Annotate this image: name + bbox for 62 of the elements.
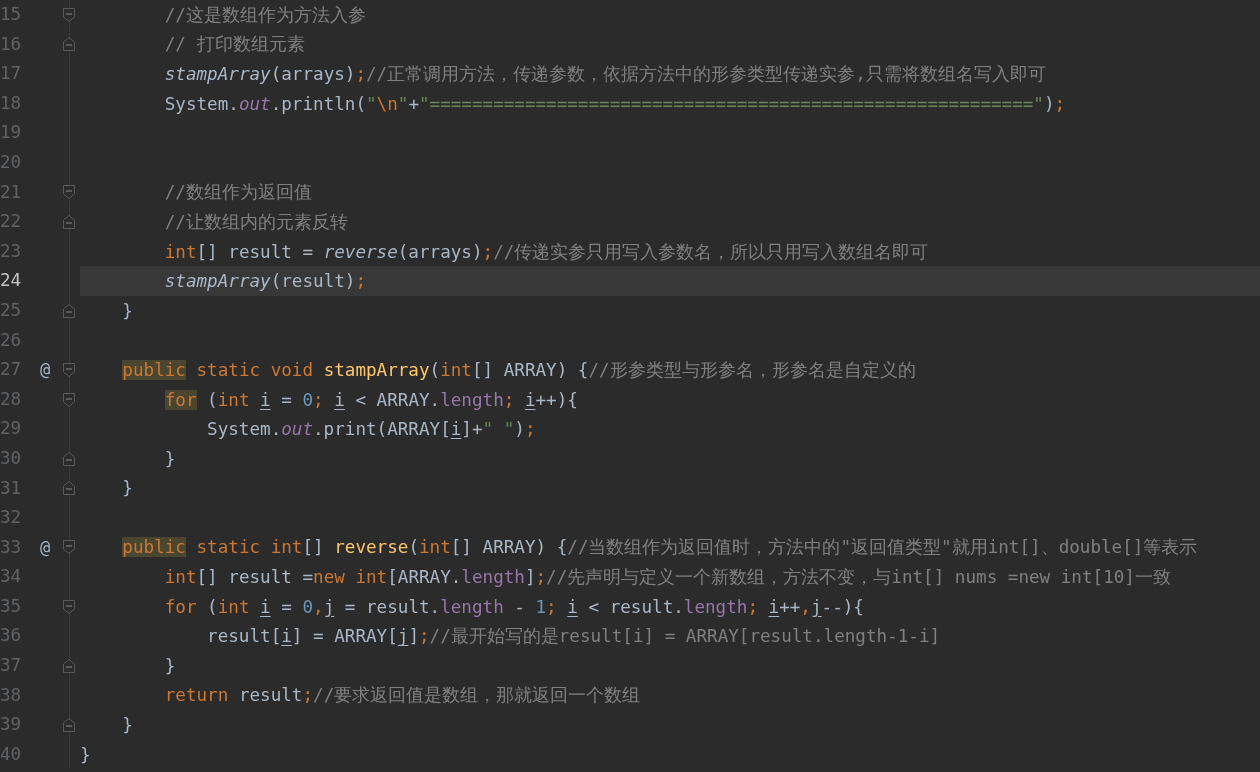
line-number: 24 xyxy=(0,272,22,290)
code-line: // 打印数组元素 xyxy=(163,33,306,57)
code-line: System.out.println("\n"+"========================================================="); xyxy=(163,92,1067,116)
code-line: //这是数组作为方法入参 xyxy=(163,3,367,27)
fold-icon[interactable] xyxy=(63,37,75,52)
line-number: 33 xyxy=(0,538,22,557)
code-line: } xyxy=(121,299,134,323)
line-number: 37 xyxy=(0,657,22,675)
fold-icon[interactable] xyxy=(63,7,75,22)
line-number: 36 xyxy=(0,627,22,646)
fold-icon[interactable] xyxy=(63,718,75,733)
fold-icon[interactable] xyxy=(63,540,75,555)
line-number: 18 xyxy=(0,94,22,113)
line-number: 25 xyxy=(0,301,22,320)
line-number: 21 xyxy=(0,183,22,202)
code-line: return result;//要求返回值是数组，那就返回一个数组 xyxy=(163,684,642,708)
code-line: int[] result =new int[ARRAY.length];//先声明与定义一个新数组，方法不变，与int[] nums =new int[10]一致 xyxy=(163,566,1172,590)
fold-icon[interactable] xyxy=(63,362,75,377)
fold-icon[interactable] xyxy=(63,392,75,407)
code-line: } xyxy=(121,714,134,738)
fold-icon[interactable] xyxy=(63,451,75,466)
code-line: //让数组内的元素反转 xyxy=(163,210,349,234)
line-number: 15 xyxy=(0,6,22,24)
override-marker[interactable]: @ xyxy=(39,361,51,379)
line-number: 20 xyxy=(0,153,22,172)
line-number: 32 xyxy=(0,509,22,527)
line-number: 31 xyxy=(0,479,22,498)
code-line: for (int i = 0; i < ARRAY.length; i++){ xyxy=(163,388,579,412)
code-line: for (int i = 0,j = result.length - 1; i < result.length; i++,j--){ xyxy=(163,595,865,619)
fold-icon[interactable] xyxy=(63,481,75,496)
code-line: } xyxy=(163,654,177,678)
line-number: 34 xyxy=(0,568,22,586)
code-line: } xyxy=(121,477,134,501)
line-number: 35 xyxy=(0,597,22,616)
line-number: 26 xyxy=(0,331,22,350)
code-line: public static int[] reverse(int[] ARRAY) {//当数组作为返回值时，方法中的"返回值类型"就用int[]、double[]等表示 xyxy=(121,536,1199,560)
fold-icon[interactable] xyxy=(63,658,75,673)
line-number: 38 xyxy=(0,686,22,705)
line-number: 40 xyxy=(0,745,22,764)
override-marker[interactable]: @ xyxy=(39,539,51,556)
code-line: } xyxy=(80,743,92,767)
line-number: 27 xyxy=(0,361,22,379)
line-number: 28 xyxy=(0,390,22,409)
line-number: 30 xyxy=(0,449,22,468)
fold-icon[interactable] xyxy=(63,185,75,200)
code-line: result[i] = ARRAY[j];//最开始写的是result[i] = ARRAY[result.length-1-i] xyxy=(206,625,942,649)
line-number: 29 xyxy=(0,420,22,438)
line-number: 22 xyxy=(0,213,22,231)
code-line: } xyxy=(163,447,177,471)
line-number: 17 xyxy=(0,65,22,83)
code-line: System.out.print(ARRAY[i]+" "); xyxy=(206,418,537,442)
fold-icon[interactable] xyxy=(63,214,75,229)
fold-icon[interactable] xyxy=(63,599,75,614)
code-line: //数组作为返回值 xyxy=(163,181,313,205)
line-number: 19 xyxy=(0,124,22,142)
line-number: 39 xyxy=(0,716,22,734)
code-line: int[] result = reverse(arrays);//传递实参只用写入参数名，所以只用写入数组名即可 xyxy=(163,240,930,264)
line-number: 23 xyxy=(0,242,22,261)
code-line: public static void stampArray(int[] ARRAY) {//形参类型与形参名，形参名是自定义的 xyxy=(121,358,917,382)
fold-icon[interactable] xyxy=(63,303,75,318)
code-line: stampArray(arrays);//正常调用方法，传递参数，依据方法中的形参类型传递实参,只需将数组名写入即可 xyxy=(163,63,1047,86)
line-number: 16 xyxy=(0,35,22,54)
